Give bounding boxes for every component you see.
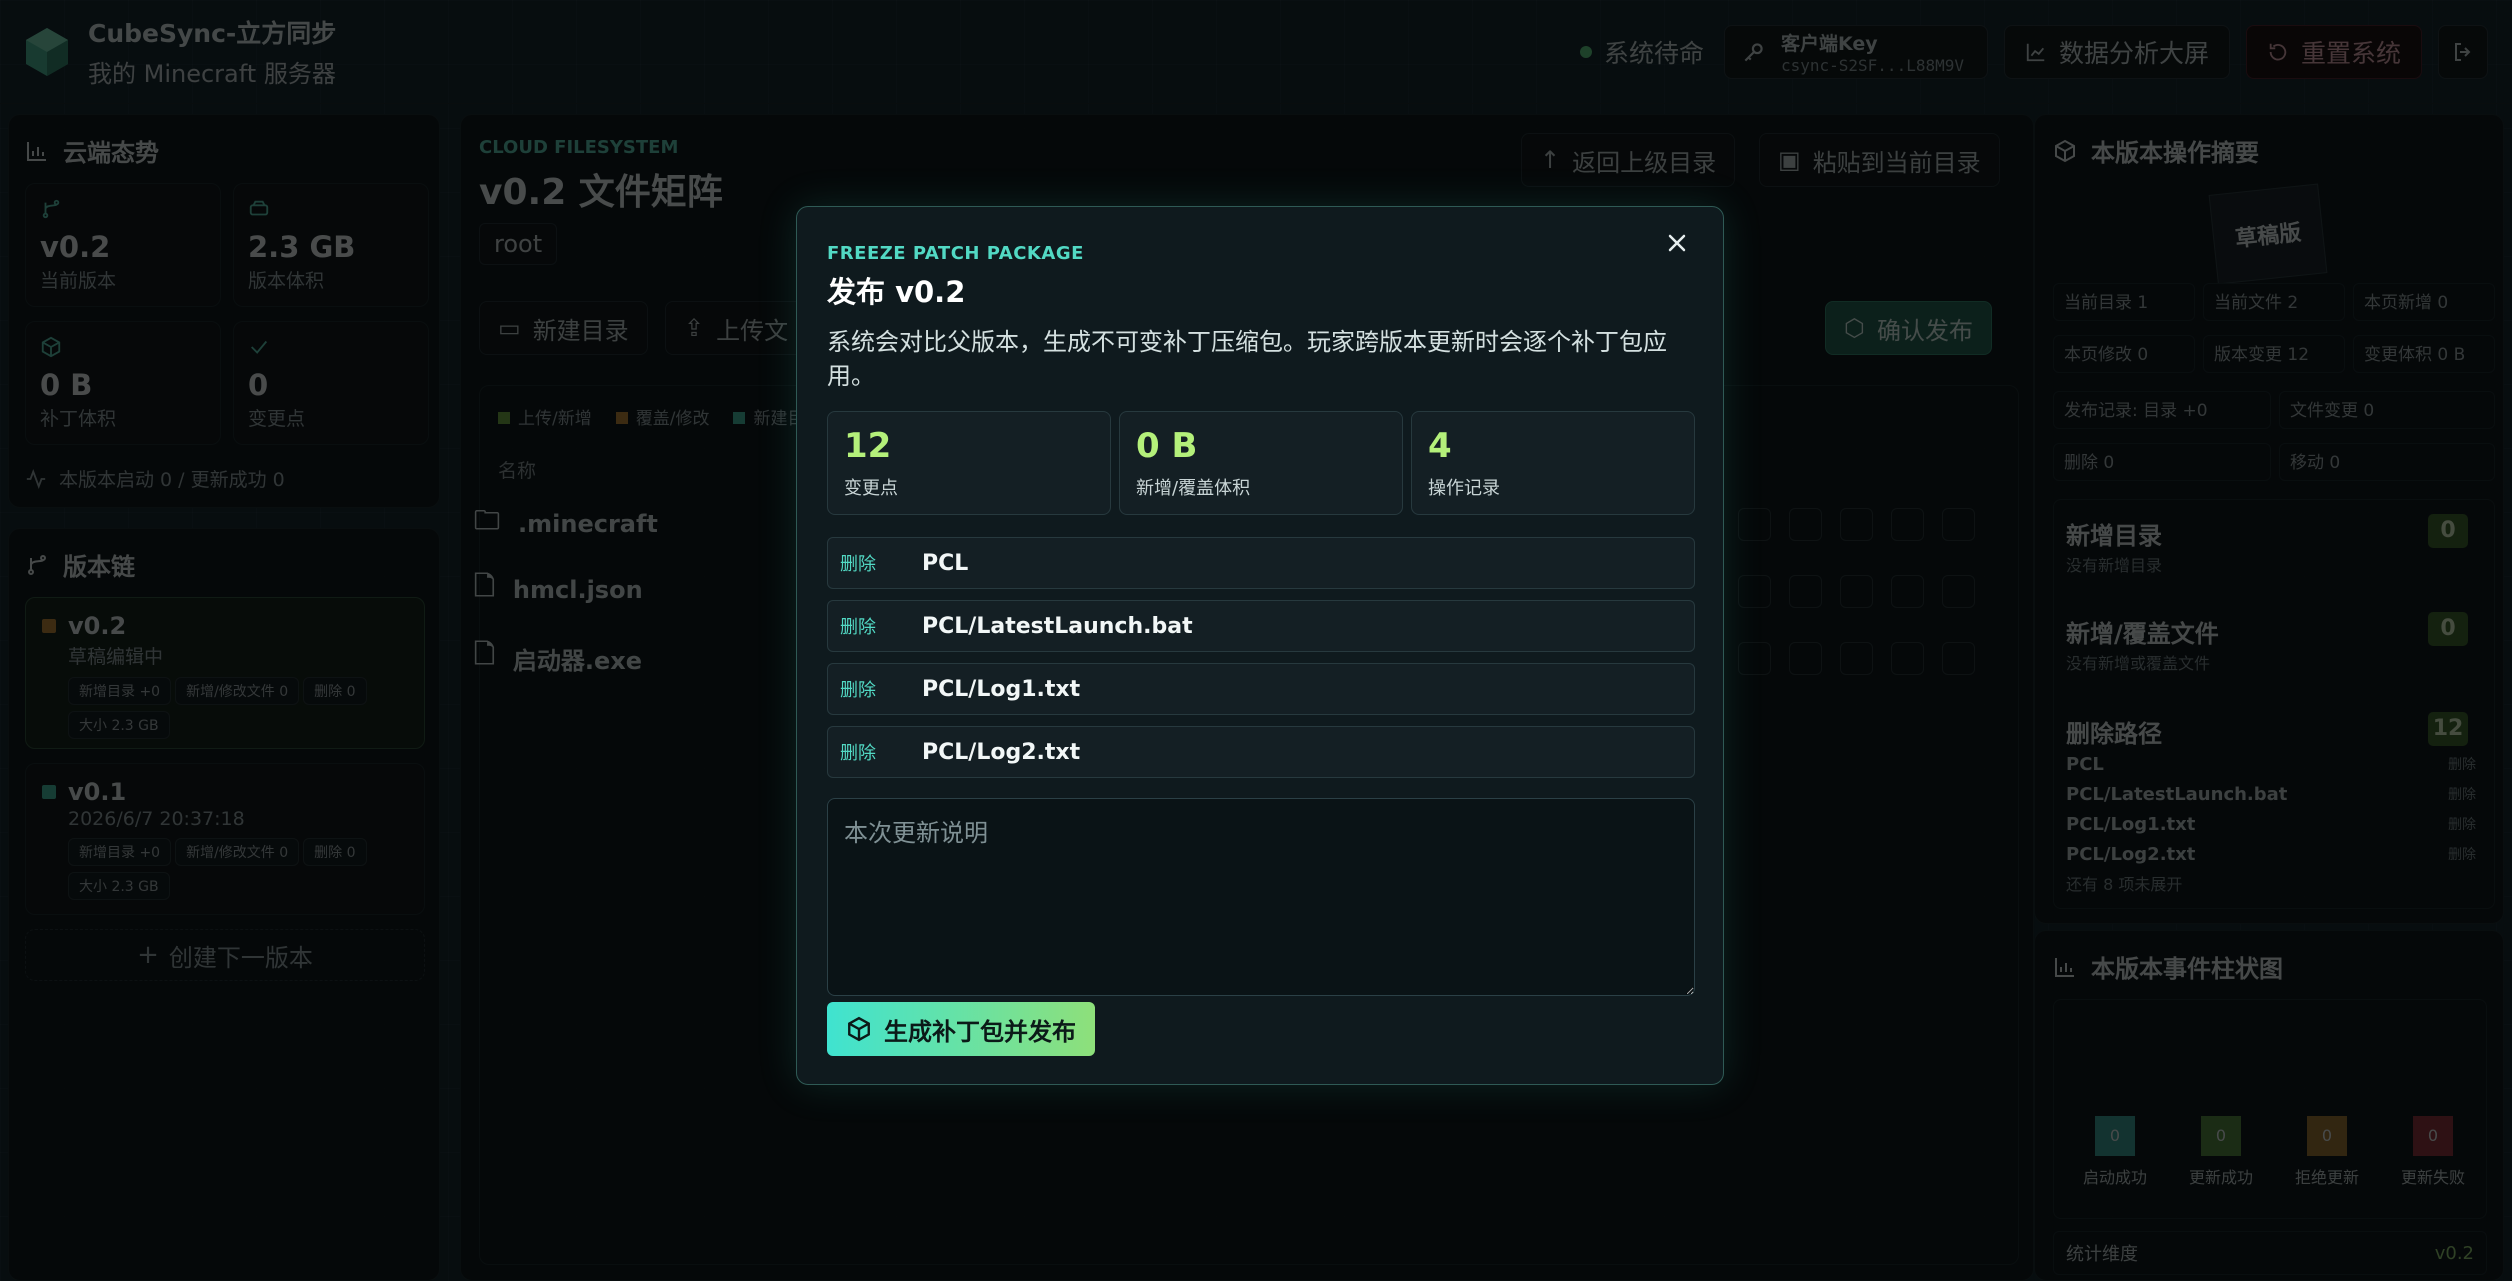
operation-kind: 删除 — [840, 743, 876, 764]
modal-close-button[interactable] — [1661, 227, 1693, 259]
modal-title: 发布 v0.2 — [827, 275, 966, 309]
operation-row: 删除 PCL/LatestLaunch.bat — [827, 600, 1695, 652]
modal-description: 系统会对比父版本，生成不可变补丁压缩包。玩家跨版本更新时会逐个补丁包应用。 — [827, 328, 1667, 390]
operation-path: PCL/Log1.txt — [922, 676, 1081, 702]
modal-stat-label: 操作记录 — [1428, 478, 1500, 499]
modal-stat-value: 12 — [844, 426, 892, 466]
operation-kind: 删除 — [840, 617, 876, 638]
modal-stat-changes: 12 变更点 — [827, 411, 1111, 515]
modal-stat-label: 新增/覆盖体积 — [1136, 478, 1251, 499]
publish-modal: FREEZE PATCH PACKAGE 发布 v0.2 系统会对比父版本，生成… — [796, 206, 1724, 1085]
modal-stat-operations: 4 操作记录 — [1411, 411, 1695, 515]
operation-path: PCL — [922, 550, 969, 576]
modal-stat-value: 0 B — [1136, 426, 1198, 466]
operation-kind: 删除 — [840, 680, 876, 701]
modal-stat-value: 4 — [1428, 426, 1452, 466]
close-icon — [1668, 234, 1686, 252]
modal-stat-size: 0 B 新增/覆盖体积 — [1119, 411, 1403, 515]
operation-row: 删除 PCL/Log1.txt — [827, 663, 1695, 715]
release-notes-textarea[interactable] — [827, 798, 1695, 996]
modal-stat-label: 变更点 — [844, 478, 898, 499]
operation-path: PCL/Log2.txt — [922, 739, 1081, 765]
operation-path: PCL/LatestLaunch.bat — [922, 613, 1193, 639]
modal-kicker: FREEZE PATCH PACKAGE — [827, 243, 1084, 264]
operation-kind: 删除 — [840, 554, 876, 575]
generate-patch-publish-button[interactable]: 生成补丁包并发布 — [827, 1002, 1095, 1056]
package-icon — [848, 1016, 870, 1042]
operation-row: 删除 PCL/Log2.txt — [827, 726, 1695, 778]
generate-patch-publish-label: 生成补丁包并发布 — [884, 1017, 1076, 1046]
operation-row: 删除 PCL — [827, 537, 1695, 589]
